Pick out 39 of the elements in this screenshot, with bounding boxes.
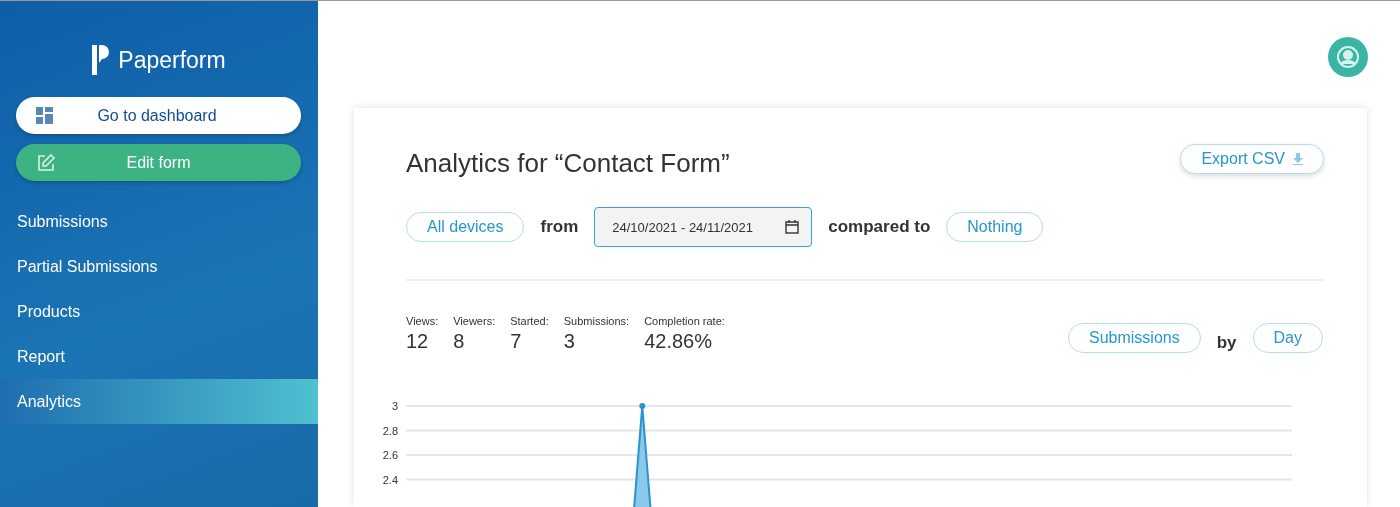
y-tick-label: 3 [391,400,398,412]
stat-value: 7 [510,330,523,353]
stat-label: Completion rate: [644,315,725,327]
stat-label: Views: [406,315,439,327]
avatar-icon[interactable] [1328,37,1368,77]
download-icon [1293,152,1303,165]
device-filter[interactable]: All devices [406,212,525,242]
stat-value: 8 [453,330,466,353]
edit-icon [36,152,56,173]
nav-item[interactable]: Partial Submissions [0,244,318,289]
stat-label: Submissions: [563,315,630,327]
calendar-icon [785,220,800,234]
y-tick-label: 2.8 [382,424,398,437]
y-tick-label: 2.4 [382,473,398,486]
nav-item[interactable]: Submissions [0,199,318,244]
page-title: Analytics for “Contact Form” [406,148,731,179]
export-csv-button[interactable]: Export CSV [1180,143,1324,174]
stat-label: Viewers: [453,315,496,327]
nav-item[interactable]: Report [0,334,318,379]
stat-value: 3 [563,330,576,353]
date-range-field[interactable]: 24/10/2021 - 24/11/2021 [594,207,813,247]
stat-value: 12 [406,330,430,353]
by-label: by [1216,333,1237,353]
data-point [639,403,646,409]
compared-to-label: compared to [828,217,931,237]
dashboard-button[interactable]: Go to dashboard [16,97,301,134]
dashboard-icon [36,107,53,124]
period-selector[interactable]: Day [1252,323,1323,353]
nav-item[interactable]: Analytics [0,379,318,424]
edit-form-button[interactable]: Edit form [16,144,301,181]
brand-name: Paperform [118,46,226,74]
nav-item[interactable]: Products [0,289,318,334]
logo-icon [92,45,111,75]
compare-filter[interactable]: Nothing [946,212,1044,242]
from-label: from [540,217,579,237]
stat-label: Started: [510,315,549,327]
stat-value: 42.86% [644,330,713,353]
measure-selector[interactable]: Submissions [1068,323,1201,353]
y-tick-label: 2.6 [382,449,398,461]
